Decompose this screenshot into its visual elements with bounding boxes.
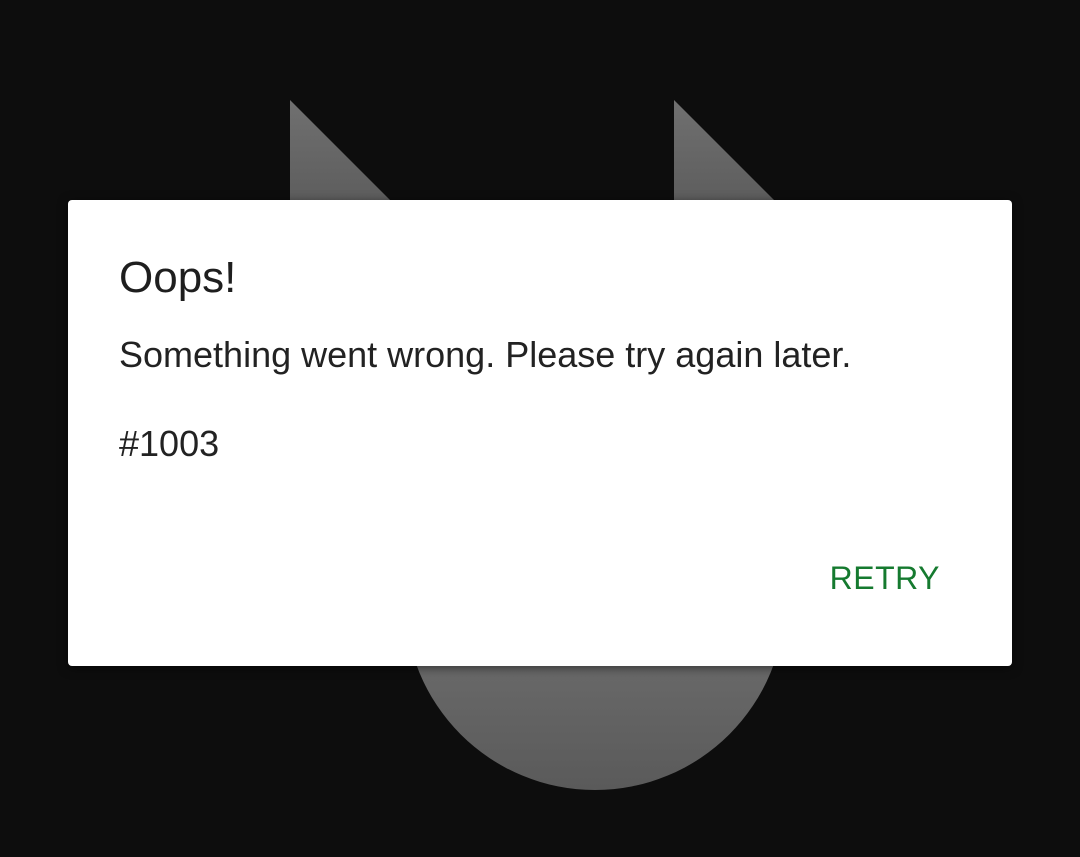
error-message: Something went wrong. Please try again l… [119,334,852,375]
screen: Oops! Something went wrong. Please try a… [0,0,1080,857]
dialog-title: Oops! [119,253,237,302]
error-code: #1003 [119,423,220,464]
retry-button[interactable]: RETRY [830,556,940,600]
error-dialog: Oops! Something went wrong. Please try a… [68,200,1012,666]
